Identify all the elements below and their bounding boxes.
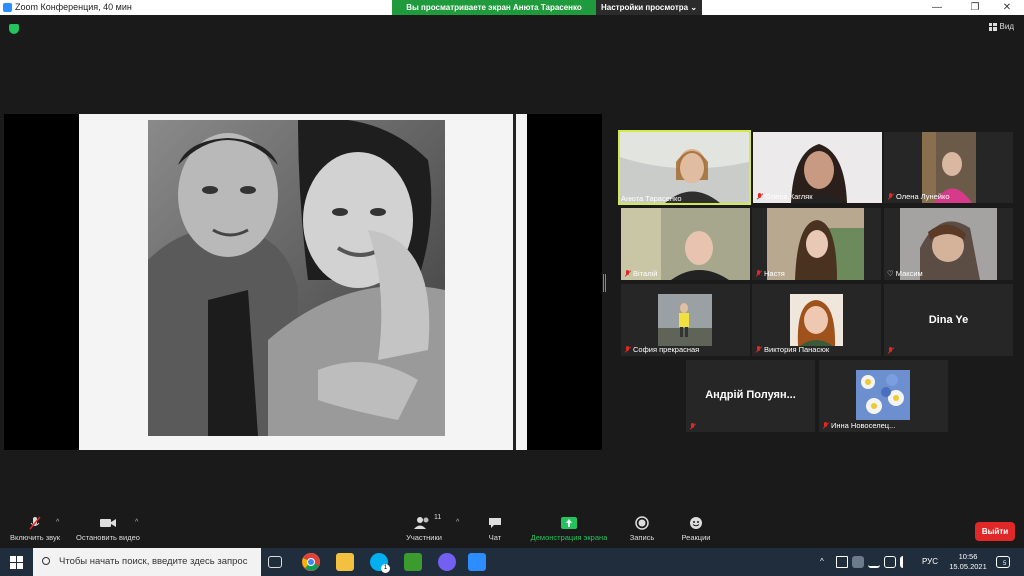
participant-tile[interactable]: Инна Новоселец...	[819, 360, 948, 432]
black-white-photo	[148, 120, 445, 436]
chat-icon	[480, 516, 510, 530]
participant-name: Настя	[755, 269, 785, 278]
windows-start-button[interactable]	[0, 548, 33, 576]
record-button[interactable]: Запись	[626, 516, 658, 542]
slide-edge	[513, 114, 516, 450]
participant-tile[interactable]: София прекрасная	[621, 284, 750, 356]
participant-video	[620, 132, 749, 203]
search-icon	[42, 557, 50, 565]
meeting-toolbar: Включить звук ^ Остановить видео ^ 11 Уч…	[0, 512, 1024, 548]
video-options-caret[interactable]: ^	[135, 519, 138, 526]
viber-icon[interactable]	[438, 553, 456, 571]
participants-icon: 11	[400, 514, 448, 530]
record-icon	[626, 516, 658, 530]
participant-avatar	[856, 370, 910, 420]
notifications-count: 5	[1003, 561, 1007, 567]
muted-mic-icon	[624, 270, 631, 277]
video-camera-icon	[72, 516, 144, 530]
torrent-icon[interactable]	[404, 553, 422, 571]
view-label: Вид	[999, 22, 1014, 31]
muted-mic-icon	[755, 270, 762, 277]
muted-mic-icon	[689, 423, 696, 430]
muted-mic-icon	[756, 193, 763, 200]
participant-name	[689, 423, 696, 430]
share-screen-button[interactable]: Демонстрация экрана	[524, 516, 614, 542]
participant-name: Віталій	[624, 269, 657, 278]
chrome-icon[interactable]	[302, 553, 320, 571]
taskbar-search-input[interactable]: Чтобы начать поиск, введите здесь запрос	[33, 548, 261, 576]
stop-video-button[interactable]: Остановить видео	[72, 516, 144, 542]
leave-meeting-button[interactable]: Выйти	[975, 522, 1015, 541]
resize-handle[interactable]	[603, 274, 606, 292]
task-view-icon[interactable]	[268, 556, 282, 568]
shield-icon[interactable]	[9, 24, 19, 34]
zoom-taskbar-icon[interactable]	[468, 553, 486, 571]
participant-name: Олена Лунейко	[887, 192, 950, 201]
tray-app-icon[interactable]	[836, 556, 848, 568]
participant-tile[interactable]: Олена Кагляк	[753, 132, 882, 203]
reactions-button[interactable]: Реакции	[676, 516, 716, 542]
skype-icon[interactable]: 1	[370, 553, 390, 573]
view-options-button[interactable]: Настройки просмотра ⌄	[596, 0, 702, 15]
viewing-screen-label: Вы просматриваете экран Анюта Тарасенко	[392, 0, 596, 15]
grid-view-icon	[988, 22, 997, 31]
shared-screen[interactable]	[4, 114, 602, 450]
participants-button[interactable]: 11 Участники	[400, 514, 448, 542]
window-title: Zoom Конференция, 40 мин	[15, 2, 132, 12]
meeting-area: Вид Анюта Тарасенко Олена Кагляк Олена Л…	[0, 15, 1024, 512]
windows-taskbar: Чтобы начать поиск, введите здесь запрос…	[0, 548, 1024, 576]
participant-name: ♡ Максим	[887, 269, 923, 278]
participant-name	[887, 347, 894, 354]
file-explorer-icon[interactable]	[336, 553, 354, 571]
muted-mic-icon	[887, 347, 894, 354]
notifications-icon[interactable]: 5	[996, 556, 1010, 568]
participant-name: Анюта Тарасенко	[621, 194, 682, 203]
participant-tile[interactable]: Анюта Тарасенко	[618, 130, 751, 205]
shared-slide	[79, 114, 527, 450]
participant-name: Олена Кагляк	[756, 192, 813, 201]
tray-overflow-chevron[interactable]: ^	[820, 548, 824, 576]
participant-name: София прекрасная	[624, 345, 699, 354]
muted-mic-icon	[624, 346, 631, 353]
participant-video	[790, 294, 843, 346]
audio-options-caret[interactable]: ^	[56, 519, 59, 526]
view-button[interactable]: Вид	[988, 22, 1014, 31]
chat-button[interactable]: Чат	[480, 516, 510, 542]
participant-tile[interactable]: Андрій Полуян...	[686, 360, 815, 432]
participant-tile[interactable]: ♡ Максим	[884, 208, 1013, 280]
muted-mic-icon	[822, 422, 829, 429]
participant-name: Инна Новоселец...	[822, 421, 895, 430]
share-screen-icon	[524, 516, 614, 530]
muted-mic-icon	[755, 346, 762, 353]
language-indicator[interactable]: РУС	[922, 548, 938, 576]
skype-badge: 1	[381, 564, 390, 573]
participant-display-name: Dina Ye	[928, 314, 969, 326]
participants-count: 11	[434, 514, 442, 521]
participant-tile[interactable]: Виктория Панасюк	[752, 284, 881, 356]
participant-tile[interactable]: Dina Ye	[884, 284, 1013, 356]
maximize-button[interactable]: ❐	[958, 0, 992, 15]
close-button[interactable]: ✕	[990, 0, 1024, 15]
participant-video	[658, 294, 712, 346]
participant-tile[interactable]: Віталій	[621, 208, 750, 280]
minimize-button[interactable]: —	[920, 0, 954, 15]
zoom-window: Zoom Конференция, 40 мин — ❐ ✕ Вы просма…	[0, 0, 1024, 576]
screen-share-banner: Вы просматриваете экран Анюта Тарасенко …	[392, 0, 702, 15]
heart-icon: ♡	[887, 269, 894, 278]
muted-mic-icon	[887, 193, 894, 200]
participant-tile[interactable]: Настя	[752, 208, 881, 280]
participant-display-name: Андрій Полуян...	[705, 389, 796, 401]
participant-name: Виктория Панасюк	[755, 345, 829, 354]
tray-app-icon-2[interactable]	[852, 556, 864, 568]
taskbar-clock[interactable]: 10:56 15.05.2021	[946, 552, 990, 572]
participant-tile[interactable]: Олена Лунейко	[884, 132, 1013, 203]
volume-icon[interactable]	[900, 556, 912, 568]
network-icon[interactable]	[868, 556, 880, 568]
participants-options-caret[interactable]: ^	[456, 519, 459, 526]
emoji-icon	[676, 516, 716, 530]
zoom-app-icon	[3, 3, 12, 12]
tray-device-icon[interactable]	[884, 556, 896, 568]
